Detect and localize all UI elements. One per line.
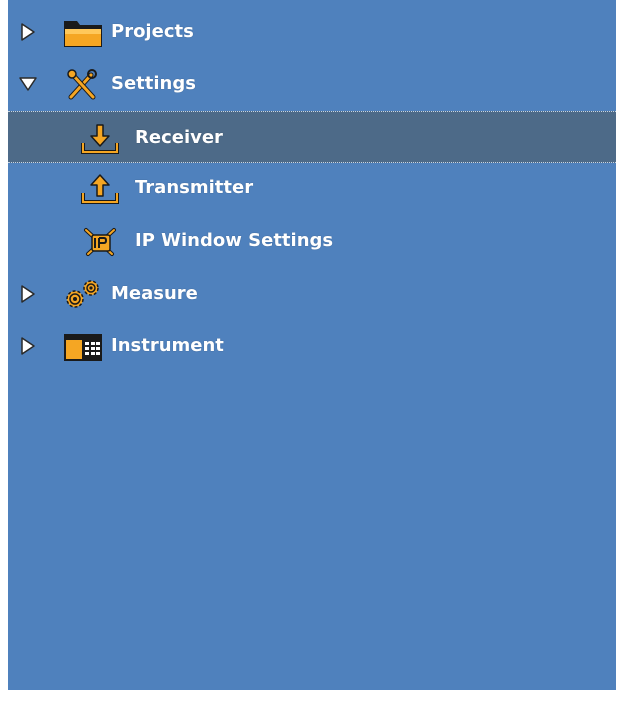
instrument-window-icon — [64, 334, 102, 361]
tree-item-settings[interactable]: Settings — [8, 58, 616, 110]
tree-item-ip-window-settings[interactable]: IP Window Settings — [8, 215, 616, 267]
tools-icon — [67, 69, 97, 100]
tree-item-receiver[interactable]: Receiver — [8, 111, 616, 163]
ip-settings-icon — [84, 228, 116, 256]
tree-item-label: Measure — [111, 283, 198, 304]
tree-item-projects[interactable]: Projects — [8, 6, 616, 58]
upload-tray-icon — [81, 174, 119, 204]
download-tray-icon — [81, 124, 119, 154]
collapse-arrow-icon[interactable] — [18, 74, 38, 94]
folder-icon — [64, 21, 102, 47]
tree-item-label: Projects — [111, 21, 194, 42]
tree-item-label: Settings — [111, 73, 196, 94]
tree-item-label: Receiver — [135, 127, 223, 148]
tree-item-label: Transmitter — [135, 177, 254, 198]
tree-item-instrument[interactable]: Instrument — [8, 320, 616, 372]
tree-item-measure[interactable]: Measure — [8, 268, 616, 320]
gears-icon — [66, 280, 99, 308]
expand-arrow-icon[interactable] — [18, 284, 38, 304]
expand-arrow-icon[interactable] — [18, 336, 38, 356]
expand-arrow-icon[interactable] — [18, 22, 38, 42]
navigation-tree: Projects Settings Receiver Transmitter I… — [8, 0, 616, 690]
tree-item-transmitter[interactable]: Transmitter — [8, 162, 616, 214]
tree-item-label: Instrument — [111, 335, 224, 356]
tree-item-label: IP Window Settings — [135, 230, 334, 251]
